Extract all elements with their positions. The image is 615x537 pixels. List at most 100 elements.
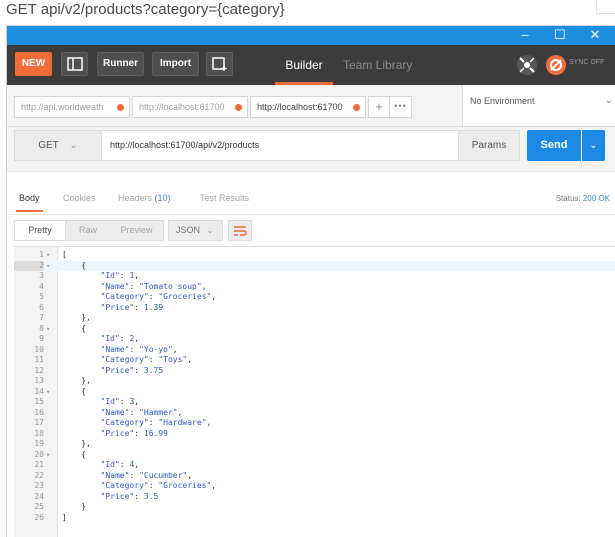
sync-icon[interactable] [545, 54, 567, 76]
add-tab-button[interactable]: + [368, 96, 390, 118]
tab-builder[interactable]: Builder [275, 45, 333, 85]
page-heading: GET api/v2/products?category={category} [6, 1, 285, 18]
params-button[interactable]: Params [459, 130, 520, 161]
close-button[interactable]: ✕ [580, 26, 610, 45]
sidebar-toggle-button[interactable] [61, 52, 88, 76]
line-number: 21 [34, 460, 44, 469]
code-line: 1 ▾ [ [14, 250, 615, 261]
fold-toggle-icon[interactable]: ▾ [46, 250, 54, 261]
minimize-button[interactable]: – [510, 26, 540, 45]
new-window-icon [212, 57, 227, 71]
main-toolbar: NEW Runner Import Builder Team Library S… [7, 45, 615, 85]
tab-headers-label: Headers [118, 193, 153, 203]
line-number: 12 [34, 365, 44, 375]
code-line: 25 } [14, 502, 615, 513]
unsaved-dot-icon [235, 104, 242, 111]
code-text: { [62, 386, 87, 396]
line-number: 7 [39, 313, 44, 322]
headers-count-badge: (10) [154, 193, 171, 203]
sidebar-toggle-icon [67, 57, 83, 71]
response-body-editor[interactable]: 1 ▾[2 ▾ {3 "Id": 1, 4 "Name": "Tomato soup"… [14, 246, 615, 537]
code-line: 14 ▾ { [14, 387, 615, 398]
import-button[interactable]: Import [152, 52, 199, 76]
code-text: "Price": 1.39 [100, 302, 164, 312]
code-line: 13 }, [14, 376, 615, 387]
request-tab-active[interactable]: http://localhost:61700 [250, 96, 366, 118]
format-select[interactable]: JSON ⌄ [168, 220, 223, 241]
code-line: 7 }, [14, 313, 615, 324]
tab-cookies[interactable]: Cookies [63, 193, 96, 203]
code-line: 19 }, [14, 439, 615, 450]
response-status: Status: 200 OK [556, 194, 610, 203]
format-label: JSON [176, 225, 201, 235]
view-preview-button[interactable]: Preview [110, 221, 163, 240]
tab-headers[interactable]: Headers (10) [118, 193, 171, 203]
unsaved-dot-icon [353, 104, 360, 111]
code-line: 9 "Id": 2, [14, 334, 615, 345]
status-label: Status: [555, 194, 581, 203]
line-number: 24 [34, 491, 44, 501]
chevron-down-icon: ⌄ [604, 95, 613, 106]
send-button[interactable]: Send [527, 130, 581, 161]
response-tabs: Body Cookies Headers (10) Test Results S… [7, 171, 615, 215]
code-line: 23 "Category": "Groceries", [14, 481, 615, 492]
tab-test-results[interactable]: Test Results [200, 193, 249, 203]
line-number: 22 [34, 470, 44, 480]
request-tab[interactable]: http://api.worldweath [14, 96, 130, 118]
code-line: 21 "Id": 4, [14, 460, 615, 471]
request-tab-label: http://localhost:61700 [257, 102, 343, 112]
line-number: 5 [39, 292, 44, 301]
code-text: "Id": 3, [100, 397, 140, 406]
new-window-button[interactable] [206, 52, 233, 76]
maximize-button[interactable]: ☐ [545, 26, 575, 45]
code-text: "Name": "Hammer", [100, 407, 183, 417]
line-number: 3 [39, 271, 44, 280]
code-line: 5 "Category": "Groceries", [14, 292, 615, 303]
code-line: 22 "Name": "Cucumber", [14, 471, 615, 482]
runner-button[interactable]: Runner [97, 52, 144, 76]
code-text: "Category": "Toys", [100, 355, 193, 364]
tab-body[interactable]: Body [16, 193, 42, 212]
line-number: 17 [34, 418, 44, 427]
fold-toggle-icon[interactable]: ▾ [46, 324, 54, 335]
view-raw-button[interactable]: Raw [66, 221, 110, 240]
fold-toggle-icon[interactable]: ▾ [46, 261, 54, 272]
fold-toggle-icon[interactable]: ▾ [46, 387, 54, 398]
code-text: { [62, 323, 87, 333]
line-number: 1 [39, 250, 44, 259]
more-tabs-button[interactable]: ••• [390, 96, 412, 118]
line-number: 8 [39, 323, 44, 333]
send-options-button[interactable]: ⌄ [582, 130, 605, 161]
postman-window: – ☐ ✕ NEW Runner Import Builder Team Lib… [7, 26, 615, 537]
chevron-down-icon: ⌄ [69, 140, 78, 151]
code-line: 24 "Price": 3.5 [14, 492, 615, 503]
code-text: [ [62, 250, 67, 259]
request-tab[interactable]: http://localhost:61700 [132, 96, 248, 118]
tab-team-library[interactable]: Team Library [343, 45, 412, 85]
code-line: 18 "Price": 16.99 [14, 429, 615, 440]
url-input[interactable]: http://localhost:61700/api/v2/products [102, 130, 459, 161]
environment-selected: No Environment [470, 96, 535, 106]
code-text: { [62, 260, 87, 270]
code-text: }, [62, 439, 91, 448]
code-text: "Name": "Tomato soup", [100, 281, 207, 291]
line-number: 23 [34, 481, 44, 490]
code-text: }, [62, 376, 91, 385]
satellite-icon[interactable] [516, 54, 538, 76]
environment-select[interactable]: No Environment ⌄ [462, 85, 615, 126]
code-text: "Name": "Yo-yo", [100, 344, 178, 354]
fold-toggle-icon[interactable]: ▾ [46, 450, 54, 461]
new-button[interactable]: NEW [15, 52, 52, 76]
method-select[interactable]: GET ⌄ [14, 130, 102, 161]
view-mode-group: Pretty Raw Preview [14, 220, 164, 241]
code-line: 3 "Id": 1, [14, 271, 615, 282]
code-line: 2 ▾ { [14, 260, 615, 272]
line-number: 9 [39, 334, 44, 343]
wrap-lines-button[interactable] [228, 220, 252, 241]
line-number: 4 [39, 281, 44, 291]
line-number: 20 [34, 449, 44, 459]
sync-status: SYNC OFF [569, 59, 605, 66]
code-text: "Price": 16.99 [100, 428, 168, 438]
code-text: ] [62, 512, 67, 522]
view-pretty-button[interactable]: Pretty [15, 221, 66, 240]
